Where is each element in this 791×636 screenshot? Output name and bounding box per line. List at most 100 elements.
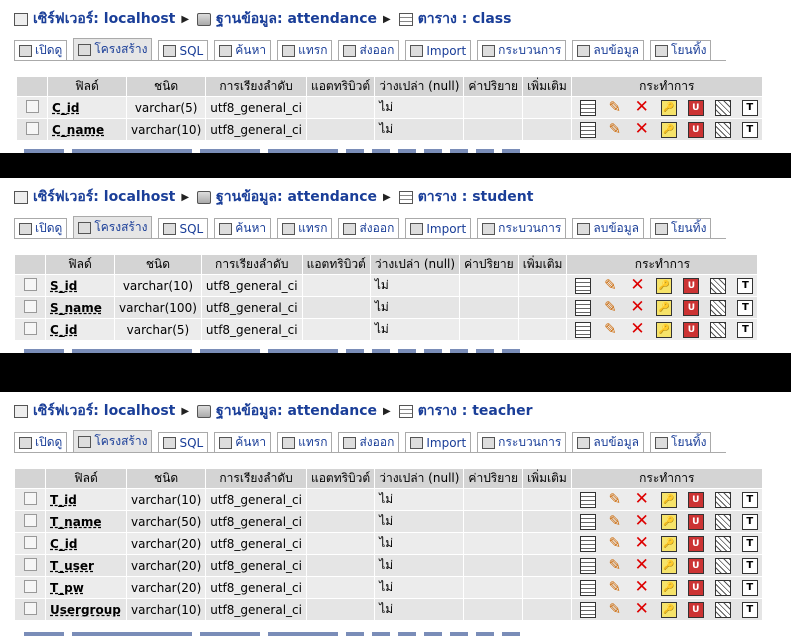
row-checkbox[interactable] bbox=[23, 557, 37, 571]
row-checkbox[interactable] bbox=[23, 299, 37, 313]
fulltext-icon[interactable]: T bbox=[741, 491, 758, 508]
fulltext-icon[interactable]: T bbox=[737, 277, 754, 294]
breadcrumb-server[interactable]: เซิร์ฟเวอร์: localhost bbox=[33, 8, 175, 30]
unique-icon[interactable]: U bbox=[687, 121, 704, 138]
browse-icon[interactable] bbox=[575, 321, 592, 338]
tab-insert[interactable]: แทรก bbox=[277, 218, 333, 238]
primary-key-icon[interactable]: 🔑 bbox=[660, 557, 677, 574]
index-icon[interactable] bbox=[710, 277, 727, 294]
edit-icon[interactable]: ✎ bbox=[602, 321, 618, 338]
drop-icon[interactable]: ✕ bbox=[634, 556, 650, 574]
tab-browse[interactable]: เปิดดู bbox=[14, 218, 68, 238]
tab-empty[interactable]: ลบข้อมูล bbox=[572, 432, 644, 452]
tab-drop[interactable]: โยนทิ้ง bbox=[650, 432, 712, 452]
unique-icon[interactable]: U bbox=[687, 535, 704, 552]
browse-icon[interactable] bbox=[575, 277, 592, 294]
drop-icon[interactable]: ✕ bbox=[634, 600, 650, 618]
unique-icon[interactable]: U bbox=[687, 513, 704, 530]
tab-insert[interactable]: แทรก bbox=[277, 40, 333, 60]
primary-key-icon[interactable]: 🔑 bbox=[660, 99, 677, 116]
tab-structure[interactable]: โครงสร้าง bbox=[73, 430, 153, 452]
fulltext-icon[interactable]: T bbox=[737, 299, 754, 316]
fulltext-icon[interactable]: T bbox=[741, 513, 758, 530]
edit-icon[interactable]: ✎ bbox=[607, 557, 623, 574]
breadcrumb-server[interactable]: เซิร์ฟเวอร์: localhost bbox=[33, 400, 175, 422]
tab-empty[interactable]: ลบข้อมูล bbox=[572, 218, 644, 238]
drop-icon[interactable]: ✕ bbox=[634, 512, 650, 530]
tab-sql[interactable]: SQL bbox=[158, 218, 209, 238]
unique-icon[interactable]: U bbox=[687, 491, 704, 508]
breadcrumb-database[interactable]: ฐานข้อมูล: attendance bbox=[216, 186, 377, 208]
unique-icon[interactable]: U bbox=[683, 277, 700, 294]
tab-export[interactable]: ส่งออก bbox=[338, 218, 400, 238]
drop-icon[interactable]: ✕ bbox=[629, 276, 645, 294]
browse-icon[interactable] bbox=[579, 121, 596, 138]
breadcrumb-server[interactable]: เซิร์ฟเวอร์: localhost bbox=[33, 186, 175, 208]
tab-structure[interactable]: โครงสร้าง bbox=[73, 216, 153, 238]
browse-icon[interactable] bbox=[579, 491, 596, 508]
index-icon[interactable] bbox=[714, 121, 731, 138]
primary-key-icon[interactable]: 🔑 bbox=[656, 321, 673, 338]
primary-key-icon[interactable]: 🔑 bbox=[660, 491, 677, 508]
tab-sql[interactable]: SQL bbox=[158, 432, 209, 452]
row-checkbox[interactable] bbox=[23, 321, 37, 335]
index-icon[interactable] bbox=[710, 299, 727, 316]
drop-icon[interactable]: ✕ bbox=[634, 98, 650, 116]
tab-drop[interactable]: โยนทิ้ง bbox=[650, 40, 712, 60]
edit-icon[interactable]: ✎ bbox=[607, 535, 623, 552]
tab-search[interactable]: ค้นหา bbox=[214, 218, 272, 238]
primary-key-icon[interactable]: 🔑 bbox=[660, 121, 677, 138]
drop-icon[interactable]: ✕ bbox=[634, 120, 650, 138]
tab-empty[interactable]: ลบข้อมูล bbox=[572, 40, 644, 60]
index-icon[interactable] bbox=[714, 491, 731, 508]
index-icon[interactable] bbox=[714, 513, 731, 530]
drop-icon[interactable]: ✕ bbox=[629, 298, 645, 316]
index-icon[interactable] bbox=[714, 535, 731, 552]
edit-icon[interactable]: ✎ bbox=[607, 601, 623, 618]
drop-icon[interactable]: ✕ bbox=[634, 534, 650, 552]
edit-icon[interactable]: ✎ bbox=[607, 121, 623, 138]
tab-import[interactable]: Import bbox=[405, 218, 472, 238]
tab-drop[interactable]: โยนทิ้ง bbox=[650, 218, 712, 238]
primary-key-icon[interactable]: 🔑 bbox=[660, 601, 677, 618]
index-icon[interactable] bbox=[710, 321, 727, 338]
row-checkbox[interactable] bbox=[23, 277, 37, 291]
primary-key-icon[interactable]: 🔑 bbox=[656, 299, 673, 316]
drop-icon[interactable]: ✕ bbox=[629, 320, 645, 338]
unique-icon[interactable]: U bbox=[683, 299, 700, 316]
browse-icon[interactable] bbox=[579, 579, 596, 596]
tab-browse[interactable]: เปิดดู bbox=[14, 40, 68, 60]
tab-operations[interactable]: กระบวนการ bbox=[477, 40, 567, 60]
unique-icon[interactable]: U bbox=[687, 557, 704, 574]
tab-search[interactable]: ค้นหา bbox=[214, 432, 272, 452]
fulltext-icon[interactable]: T bbox=[741, 121, 758, 138]
fulltext-icon[interactable]: T bbox=[741, 99, 758, 116]
unique-icon[interactable]: U bbox=[687, 579, 704, 596]
breadcrumb-table[interactable]: ตาราง : class bbox=[418, 8, 512, 30]
tab-import[interactable]: Import bbox=[405, 40, 472, 60]
browse-icon[interactable] bbox=[579, 601, 596, 618]
tab-insert[interactable]: แทรก bbox=[277, 432, 333, 452]
browse-icon[interactable] bbox=[579, 99, 596, 116]
edit-icon[interactable]: ✎ bbox=[607, 579, 623, 596]
row-checkbox[interactable] bbox=[23, 513, 37, 527]
tab-browse[interactable]: เปิดดู bbox=[14, 432, 68, 452]
browse-icon[interactable] bbox=[579, 513, 596, 530]
row-checkbox[interactable] bbox=[25, 99, 39, 113]
breadcrumb-database[interactable]: ฐานข้อมูล: attendance bbox=[216, 400, 377, 422]
tab-export[interactable]: ส่งออก bbox=[338, 432, 400, 452]
edit-icon[interactable]: ✎ bbox=[602, 299, 618, 316]
primary-key-icon[interactable]: 🔑 bbox=[656, 277, 673, 294]
unique-icon[interactable]: U bbox=[683, 321, 700, 338]
unique-icon[interactable]: U bbox=[687, 99, 704, 116]
tab-search[interactable]: ค้นหา bbox=[214, 40, 272, 60]
tab-export[interactable]: ส่งออก bbox=[338, 40, 400, 60]
edit-icon[interactable]: ✎ bbox=[602, 277, 618, 294]
browse-icon[interactable] bbox=[579, 535, 596, 552]
row-checkbox[interactable] bbox=[23, 579, 37, 593]
browse-icon[interactable] bbox=[575, 299, 592, 316]
tab-operations[interactable]: กระบวนการ bbox=[477, 432, 567, 452]
tab-structure[interactable]: โครงสร้าง bbox=[73, 38, 153, 60]
primary-key-icon[interactable]: 🔑 bbox=[660, 579, 677, 596]
fulltext-icon[interactable]: T bbox=[741, 601, 758, 618]
